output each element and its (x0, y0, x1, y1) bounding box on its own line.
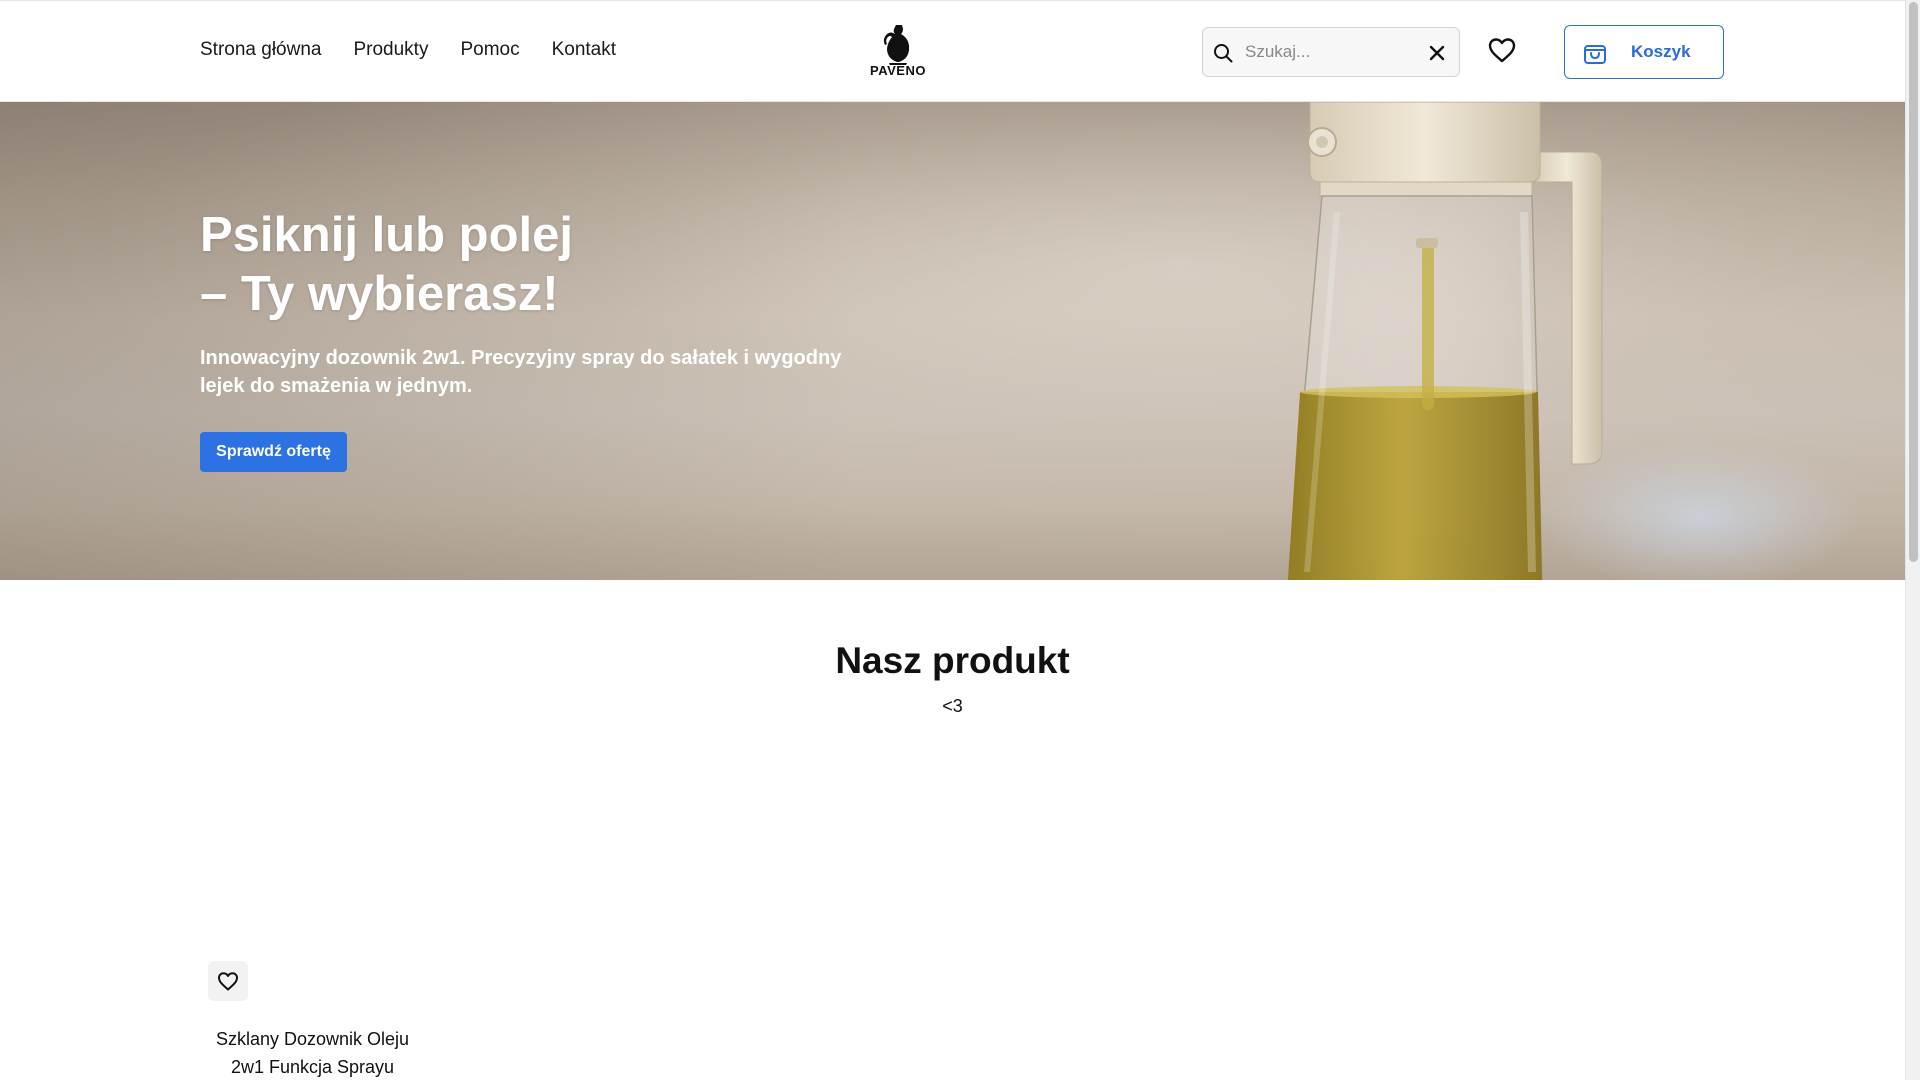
heart-icon[interactable] (1486, 34, 1518, 66)
page-scrollbar[interactable] (1905, 0, 1920, 1080)
product-name-line-1: Szklany Dozownik Oleju (215, 1029, 410, 1049)
hero-title-line-2: – Ty wybierasz! (200, 267, 559, 321)
scrollbar-thumb[interactable] (1909, 2, 1918, 562)
search-box (1202, 27, 1460, 77)
logo-text: PAVENO (870, 63, 926, 78)
close-icon[interactable] (1425, 41, 1449, 65)
cart-label: Koszyk (1631, 42, 1691, 61)
page: Strona główna Produkty Pomoc Kontakt PAV… (0, 0, 1905, 1080)
nav-link-products[interactable]: Produkty (353, 39, 428, 61)
main-nav: Strona główna Produkty Pomoc Kontakt (200, 39, 616, 61)
nav-link-help[interactable]: Pomoc (460, 39, 519, 61)
product-card[interactable]: Szklany Dozownik Oleju 2w1 Funkcja Spray… (200, 755, 425, 1080)
cart-button[interactable]: Koszyk (1564, 25, 1724, 79)
product-name[interactable]: Szklany Dozownik Oleju 2w1 Funkcja Spray… (200, 1025, 425, 1080)
oil-dispenser-image (1287, 102, 1603, 580)
hero-title: Psiknij lub polej – Ty wybierasz! (200, 206, 573, 324)
brand-logo[interactable]: PAVENO (866, 23, 930, 79)
section-subtitle: <3 (942, 696, 963, 716)
product-name-line-2: 2w1 Funkcja Sprayu (230, 1057, 395, 1077)
product-wishlist-button[interactable] (208, 961, 248, 1001)
jug-logo-icon (883, 25, 910, 65)
search-input[interactable] (1243, 36, 1413, 68)
shopping-bag-icon (1584, 45, 1606, 64)
check-offer-button[interactable]: Sprawdź ofertę (200, 432, 347, 472)
hero-subtitle: Innowacyjny dozownik 2w1. Precyzyjny spr… (200, 347, 842, 397)
section-title: Nasz produkt (835, 640, 1070, 681)
hero-title-line-1: Psiknij lub polej (200, 208, 574, 262)
nav-link-contact[interactable]: Kontakt (552, 39, 616, 61)
search-icon (1214, 44, 1233, 63)
hero-banner: Psiknij lub polej – Ty wybierasz! Innowa… (0, 102, 1905, 580)
nav-link-home[interactable]: Strona główna (200, 39, 321, 61)
site-header: Strona główna Produkty Pomoc Kontakt PAV… (0, 0, 1905, 102)
heart-icon (218, 972, 238, 991)
